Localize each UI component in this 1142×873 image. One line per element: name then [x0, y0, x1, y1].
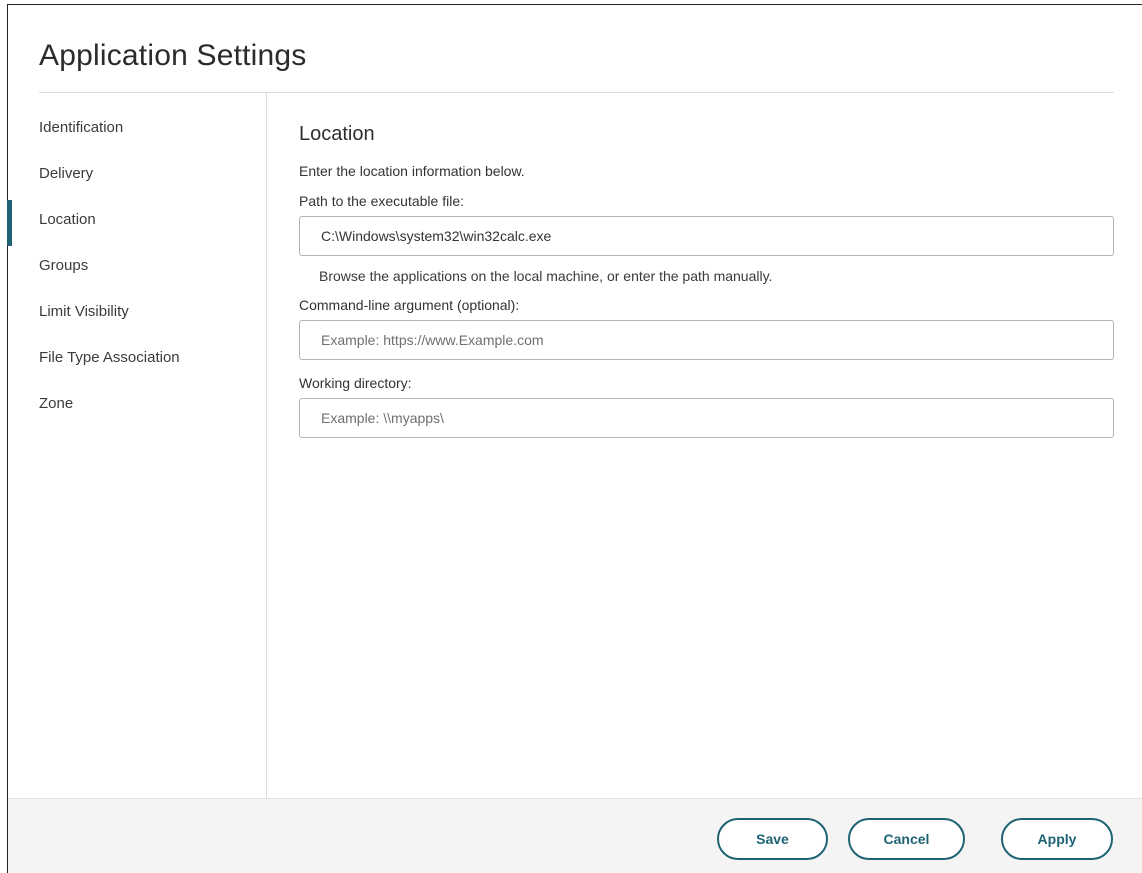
path-label: Path to the executable file: — [299, 193, 464, 209]
page-title: Application Settings — [39, 39, 307, 72]
path-hint: Browse the applications on the local mac… — [319, 268, 773, 284]
sidebar-item-file-type-association[interactable]: File Type Association — [8, 323, 266, 369]
cancel-button[interactable]: Cancel — [848, 818, 965, 860]
apply-button[interactable]: Apply — [1001, 818, 1113, 860]
sidebar-item-zone[interactable]: Zone — [8, 369, 266, 415]
sidebar-item-label: Location — [39, 211, 96, 228]
sidebar-item-label: Delivery — [39, 165, 94, 182]
section-title: Location — [299, 123, 375, 145]
sidebar-item-groups[interactable]: Groups — [8, 231, 266, 277]
sidebar-item-identification[interactable]: Identification — [8, 93, 266, 139]
settings-sidebar: Identification Delivery Location Groups … — [7, 93, 267, 798]
save-button[interactable]: Save — [717, 818, 828, 860]
executable-path-input[interactable] — [299, 216, 1114, 256]
sidebar-item-label: Limit Visibility — [39, 303, 129, 320]
dialog-footer: Save Cancel Apply — [8, 798, 1142, 873]
workdir-label: Working directory: — [299, 375, 412, 391]
intro-text: Enter the location information below. — [299, 163, 525, 179]
working-directory-input[interactable] — [299, 398, 1114, 438]
command-line-argument-input[interactable] — [299, 320, 1114, 360]
sidebar-item-label: Groups — [39, 257, 89, 274]
sidebar-item-limit-visibility[interactable]: Limit Visibility — [8, 277, 266, 323]
sidebar-item-location[interactable]: Location — [7, 185, 266, 246]
args-label: Command-line argument (optional): — [299, 297, 520, 313]
sidebar-item-label: Identification — [39, 119, 124, 136]
sidebar-item-delivery[interactable]: Delivery — [8, 139, 266, 185]
application-settings-dialog: Application Settings Identification Deli… — [7, 4, 1142, 873]
sidebar-item-label: File Type Association — [39, 349, 180, 366]
sidebar-item-label: Zone — [39, 395, 74, 412]
